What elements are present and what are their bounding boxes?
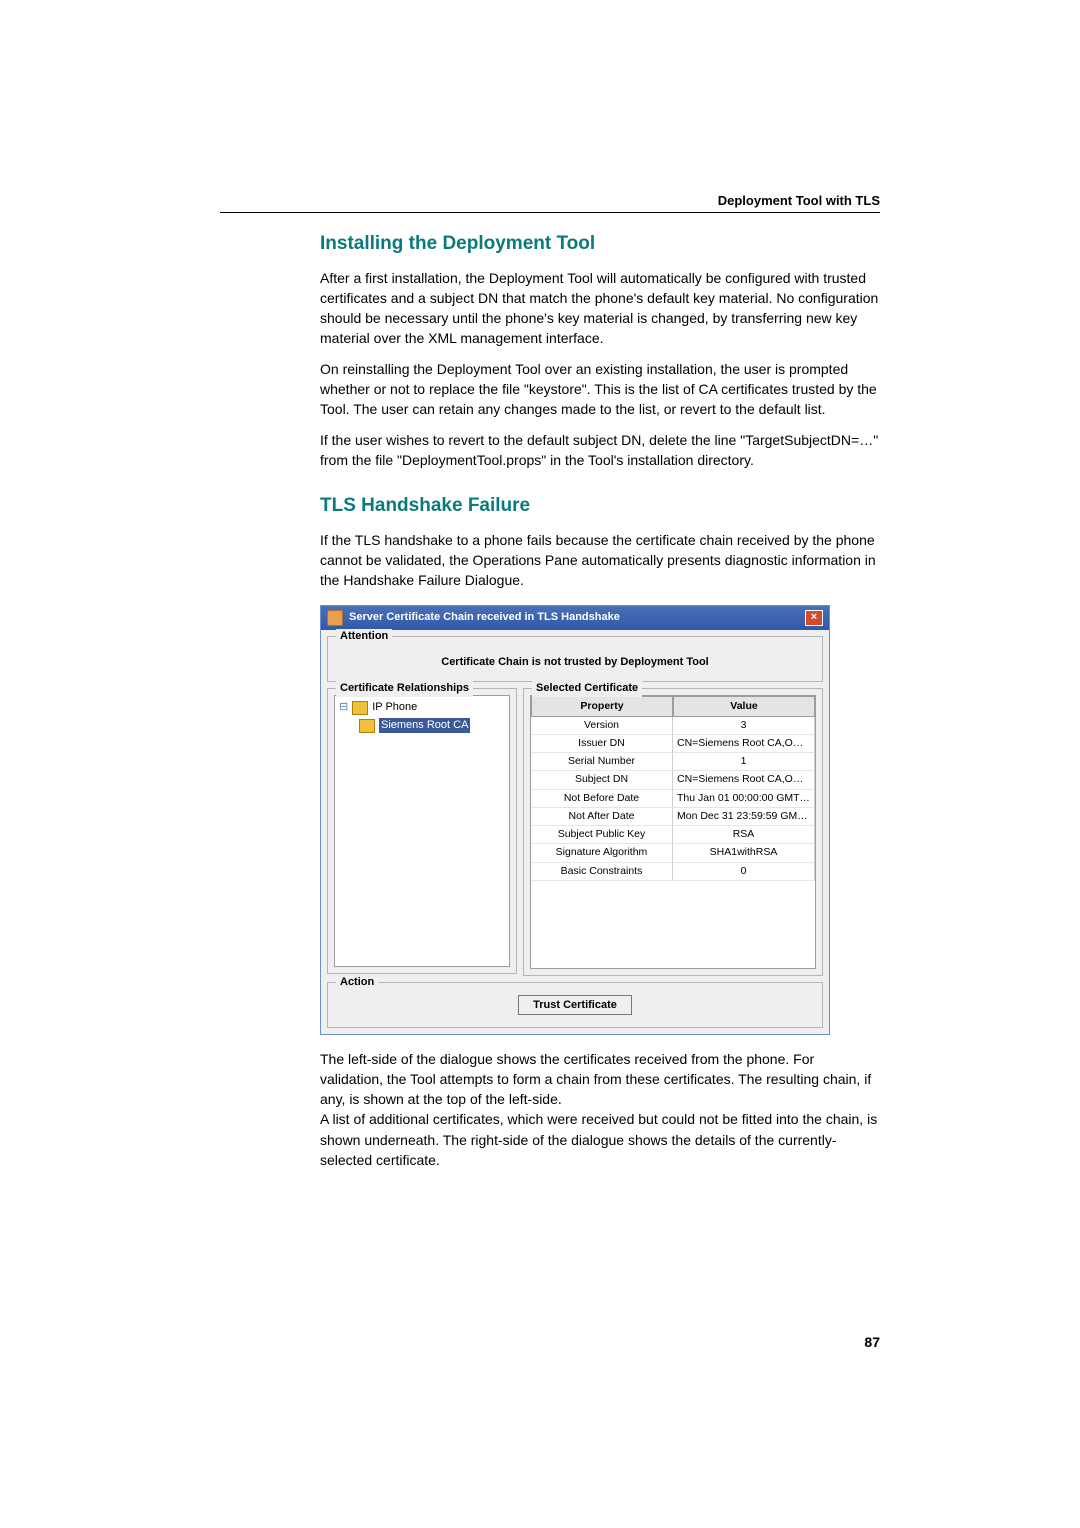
cell-val: CN=Siemens Root CA,OU=Siemens ... bbox=[673, 771, 815, 789]
cert-relationships-legend: Certificate Relationships bbox=[336, 681, 473, 697]
paragraph: After a first installation, the Deployme… bbox=[320, 268, 880, 349]
paragraph: A list of additional certificates, which… bbox=[320, 1109, 880, 1170]
table-row: Version3 bbox=[531, 717, 815, 735]
action-panel: Action Trust Certificate bbox=[327, 982, 823, 1028]
dialog-title-text: Server Certificate Chain received in TLS… bbox=[349, 610, 620, 626]
cell-val: 1 bbox=[673, 753, 815, 771]
table-header-row: Property Value bbox=[531, 696, 815, 717]
tree-label: IP Phone bbox=[372, 700, 417, 716]
certificate-tree[interactable]: ⊟ IP Phone Siemens Root CA bbox=[334, 695, 510, 967]
cell-val: 0 bbox=[673, 863, 815, 881]
selected-cert-legend: Selected Certificate bbox=[532, 681, 642, 697]
cell-prop: Version bbox=[531, 717, 673, 735]
cell-prop: Serial Number bbox=[531, 753, 673, 771]
table-row: Serial Number1 bbox=[531, 753, 815, 771]
page-number: 87 bbox=[864, 1332, 880, 1352]
cell-prop: Not After Date bbox=[531, 808, 673, 826]
action-legend: Action bbox=[336, 975, 378, 991]
table-row: Issuer DNCN=Siemens Root CA,OU=Siemens .… bbox=[531, 735, 815, 753]
table-row: Not After DateMon Dec 31 23:59:59 GMT 20… bbox=[531, 808, 815, 826]
th-property: Property bbox=[531, 696, 673, 717]
cert-icon bbox=[359, 719, 375, 733]
cell-val: Mon Dec 31 23:59:59 GMT 2007 bbox=[673, 808, 815, 826]
handshake-failure-dialog: Server Certificate Chain received in TLS… bbox=[320, 605, 830, 1035]
paragraph: The left-side of the dialogue shows the … bbox=[320, 1049, 880, 1110]
table-row: Signature AlgorithmSHA1withRSA bbox=[531, 844, 815, 862]
paragraph: If the TLS handshake to a phone fails be… bbox=[320, 530, 880, 591]
table-row: Subject DNCN=Siemens Root CA,OU=Siemens … bbox=[531, 771, 815, 789]
cell-val: 3 bbox=[673, 717, 815, 735]
paragraph: If the user wishes to revert to the defa… bbox=[320, 430, 880, 471]
cell-val: RSA bbox=[673, 826, 815, 844]
heading-tls-failure: TLS Handshake Failure bbox=[320, 492, 880, 520]
running-header: Deployment Tool with TLS bbox=[718, 192, 880, 211]
header-rule bbox=[220, 212, 880, 213]
certificate-details-table: Property Value Version3 Issuer DNCN=Siem… bbox=[530, 695, 816, 969]
attention-legend: Attention bbox=[336, 629, 392, 645]
cert-icon bbox=[352, 701, 368, 715]
close-icon[interactable]: × bbox=[805, 610, 823, 626]
cell-prop: Subject Public Key bbox=[531, 826, 673, 844]
tree-label-selected: Siemens Root CA bbox=[379, 718, 470, 734]
cell-val: CN=Siemens Root CA,OU=Siemens ... bbox=[673, 735, 815, 753]
cell-prop: Signature Algorithm bbox=[531, 844, 673, 862]
tree-node-child[interactable]: Siemens Root CA bbox=[359, 718, 505, 734]
tree-node-root[interactable]: ⊟ IP Phone bbox=[339, 700, 505, 716]
heading-installing: Installing the Deployment Tool bbox=[320, 230, 880, 258]
dialog-titlebar: Server Certificate Chain received in TLS… bbox=[321, 606, 829, 630]
cell-prop: Basic Constraints bbox=[531, 863, 673, 881]
cell-prop: Not Before Date bbox=[531, 790, 673, 808]
attention-panel: Attention Certificate Chain is not trust… bbox=[327, 636, 823, 682]
cell-val: SHA1withRSA bbox=[673, 844, 815, 862]
table-row: Subject Public KeyRSA bbox=[531, 826, 815, 844]
cell-prop: Issuer DN bbox=[531, 735, 673, 753]
trust-certificate-button[interactable]: Trust Certificate bbox=[518, 995, 632, 1015]
cert-relationships-panel: Certificate Relationships ⊟ IP Phone Sie… bbox=[327, 688, 517, 974]
paragraph: On reinstalling the Deployment Tool over… bbox=[320, 359, 880, 420]
expand-icon[interactable]: ⊟ bbox=[339, 700, 348, 716]
attention-text: Certificate Chain is not trusted by Depl… bbox=[336, 655, 814, 671]
cell-prop: Subject DN bbox=[531, 771, 673, 789]
cell-val: Thu Jan 01 00:00:00 GMT 1970 bbox=[673, 790, 815, 808]
selected-cert-panel: Selected Certificate Property Value Vers… bbox=[523, 688, 823, 976]
java-icon bbox=[327, 610, 343, 626]
table-row: Basic Constraints0 bbox=[531, 863, 815, 881]
th-value: Value bbox=[673, 696, 815, 717]
table-row: Not Before DateThu Jan 01 00:00:00 GMT 1… bbox=[531, 790, 815, 808]
